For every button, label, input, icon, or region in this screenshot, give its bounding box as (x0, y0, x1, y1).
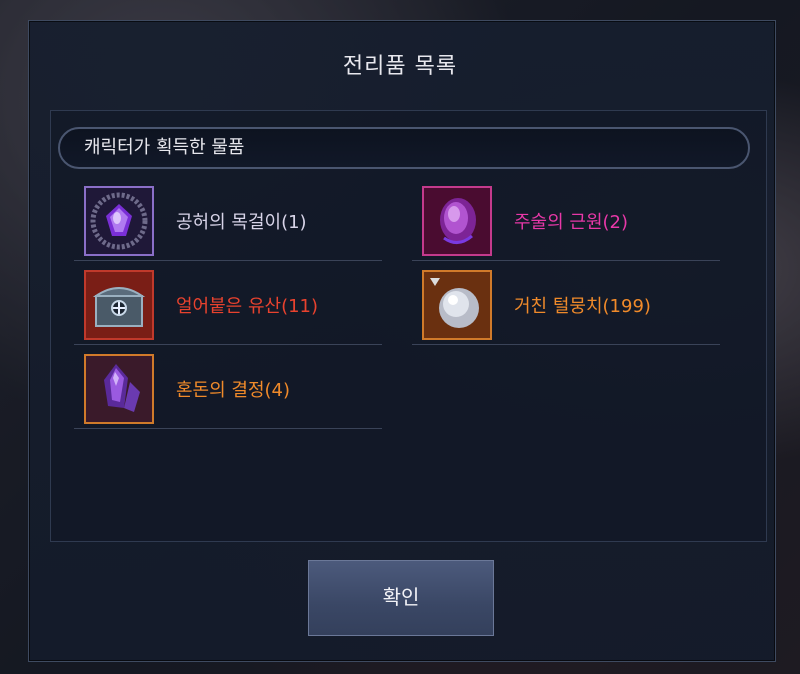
loot-item[interactable]: 거친 털뭉치(199) (412, 260, 720, 345)
loot-item[interactable]: 얼어붙은 유산(11) (74, 260, 382, 345)
confirm-button[interactable]: 확인 (308, 560, 494, 636)
purple-necklace-icon (84, 186, 154, 256)
acquired-items-header: 캐릭터가 획득한 물품 (58, 127, 750, 169)
loot-item[interactable]: 주술의 근원(2) (412, 176, 720, 261)
frozen-chest-icon (84, 270, 154, 340)
magenta-orb-icon (422, 186, 492, 256)
item-name: 주술의 근원(2) (514, 212, 629, 233)
loot-item[interactable]: 혼돈의 결정(4) (74, 344, 382, 429)
item-name: 공허의 목걸이(1) (176, 212, 307, 233)
dialog-title: 전리품 목록 (342, 54, 458, 79)
chaos-crystal-icon (84, 354, 154, 424)
fur-ball-icon (422, 270, 492, 340)
item-name: 혼돈의 결정(4) (176, 380, 291, 401)
item-name: 거친 털뭉치(199) (514, 296, 651, 317)
loot-item[interactable]: 공허의 목걸이(1) (74, 176, 382, 261)
item-name: 얼어붙은 유산(11) (176, 296, 319, 317)
